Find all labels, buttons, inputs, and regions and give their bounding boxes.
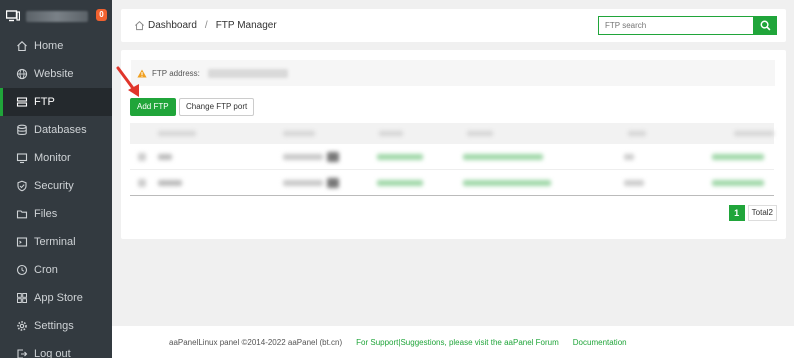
ftp-remark <box>624 179 644 186</box>
column-header <box>628 131 646 136</box>
password-actions[interactable] <box>327 177 339 188</box>
sidebar-item-label: Files <box>34 208 58 220</box>
sidebar-item-terminal[interactable]: Terminal <box>0 228 112 256</box>
database-icon <box>16 124 28 136</box>
search-button[interactable] <box>753 16 777 35</box>
sidebar-item-files[interactable]: Files <box>0 200 112 228</box>
table-row <box>130 144 774 170</box>
sidebar-item-app-store[interactable]: App Store <box>0 284 112 312</box>
monitor-icon <box>16 152 28 164</box>
breadcrumb-separator: / <box>204 20 208 31</box>
ftp-icon <box>16 96 28 108</box>
sidebar-item-home[interactable]: Home <box>0 32 112 60</box>
header-bar: Dashboard / FTP Manager <box>121 9 786 42</box>
search-input[interactable] <box>598 16 753 35</box>
breadcrumb-current: FTP Manager <box>215 20 277 31</box>
search-icon <box>760 20 770 31</box>
clock-icon <box>16 264 28 276</box>
sidebar-item-log-out[interactable]: Log out <box>0 340 112 358</box>
ftp-password <box>283 153 323 160</box>
support-link[interactable]: For Support|Suggestions, please visit th… <box>356 338 559 347</box>
home-icon <box>16 40 28 52</box>
column-header <box>379 131 403 136</box>
sidebar-item-databases[interactable]: Databases <box>0 116 112 144</box>
ftp-panel: FTP address: Add FTP Change FTP port 1 T… <box>121 50 786 239</box>
breadcrumb-dashboard[interactable]: Dashboard <box>148 20 197 31</box>
ftp-remark <box>624 153 634 160</box>
shield-icon <box>16 180 28 192</box>
sidebar-item-cron[interactable]: Cron <box>0 256 112 284</box>
server-icon <box>6 10 20 22</box>
total-count: Total2 <box>747 205 777 221</box>
column-header <box>467 131 493 136</box>
grid-icon <box>16 292 28 304</box>
add-ftp-button[interactable]: Add FTP <box>130 98 176 116</box>
sidebar-item-label: Cron <box>34 264 58 276</box>
table-row <box>130 170 774 196</box>
footer: aaPanelLinux panel ©2014-2022 aaPanel (b… <box>112 326 794 358</box>
warning-icon <box>137 69 147 77</box>
copyright-text: aaPanelLinux panel ©2014-2022 aaPanel (b… <box>169 337 343 347</box>
row-actions[interactable] <box>712 179 764 186</box>
sidebar-item-monitor[interactable]: Monitor <box>0 144 112 172</box>
gear-icon <box>16 320 28 332</box>
sidebar-item-label: Monitor <box>34 152 71 164</box>
sidebar-item-label: Terminal <box>34 236 76 248</box>
sidebar-item-label: Home <box>34 40 64 52</box>
change-ftp-port-button[interactable]: Change FTP port <box>179 98 255 116</box>
ftp-address-bar: FTP address: <box>131 60 775 86</box>
sidebar-item-label: Settings <box>34 320 74 332</box>
sidebar-item-label: Website <box>34 68 74 80</box>
row-actions[interactable] <box>712 153 764 160</box>
ftp-search <box>598 16 777 35</box>
home-icon <box>135 21 144 31</box>
ftp-status[interactable] <box>377 179 423 186</box>
sidebar-item-label: App Store <box>34 292 83 304</box>
column-header <box>283 131 315 136</box>
pagination: 1 Total2 <box>728 205 777 221</box>
sidebar-item-label: FTP <box>34 96 55 108</box>
sidebar-header: 0 <box>0 0 112 32</box>
ftp-address-label: FTP address: <box>152 68 200 78</box>
logout-icon <box>16 348 28 358</box>
sidebar-item-ftp[interactable]: FTP <box>0 88 112 116</box>
notification-badge[interactable]: 0 <box>96 9 107 21</box>
ftp-root-path[interactable] <box>463 179 551 186</box>
column-header <box>734 131 774 136</box>
column-header <box>158 131 196 136</box>
ftp-address-value <box>207 68 288 78</box>
sidebar-item-label: Databases <box>34 124 87 136</box>
globe-icon <box>16 68 28 80</box>
sidebar-item-settings[interactable]: Settings <box>0 312 112 340</box>
terminal-icon <box>16 236 28 248</box>
page-number[interactable]: 1 <box>728 205 745 221</box>
sidebar-item-security[interactable]: Security <box>0 172 112 200</box>
sidebar: 0 Home Website FTP Databases Monitor Security… <box>0 0 112 358</box>
main-content: Dashboard / FTP Manager FTP address: Add… <box>112 0 794 358</box>
ftp-status[interactable] <box>377 153 423 160</box>
ftp-username <box>158 153 172 160</box>
ftp-root-path[interactable] <box>463 153 543 160</box>
folder-icon <box>16 208 28 220</box>
documentation-link[interactable]: Documentation <box>573 338 627 347</box>
ftp-username <box>158 179 182 186</box>
ftp-password <box>283 179 323 186</box>
ftp-table <box>130 123 774 196</box>
row-checkbox[interactable] <box>138 152 146 161</box>
password-actions[interactable] <box>327 151 339 162</box>
sidebar-item-label: Log out <box>34 348 71 358</box>
sidebar-item-website[interactable]: Website <box>0 60 112 88</box>
row-checkbox[interactable] <box>138 178 146 187</box>
sidebar-item-label: Security <box>34 180 74 192</box>
table-header <box>130 123 774 144</box>
breadcrumb: Dashboard / FTP Manager <box>134 9 277 42</box>
hostname <box>26 10 88 22</box>
